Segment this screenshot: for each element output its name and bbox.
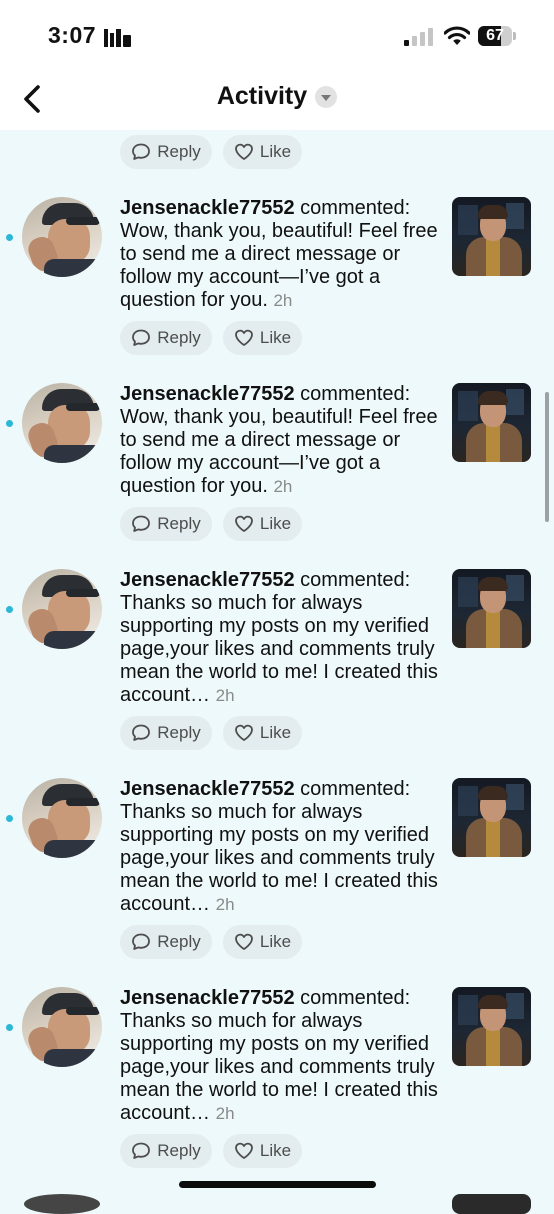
unread-dot bbox=[6, 815, 13, 822]
username[interactable]: Jensenackle77552 bbox=[120, 569, 295, 591]
comment-text: Jensenackle77552 commented: Wow, thank y… bbox=[120, 383, 438, 498]
like-label: Like bbox=[259, 932, 292, 951]
avatar[interactable] bbox=[22, 383, 102, 463]
comment-text: Jensenackle77552 commented: Thanks so mu… bbox=[120, 987, 438, 1125]
avatar[interactable] bbox=[22, 197, 102, 277]
like-button[interactable]: Like bbox=[223, 716, 302, 750]
scrollbar[interactable] bbox=[545, 392, 549, 522]
timestamp: 2h bbox=[273, 477, 293, 496]
comment-action: commented: bbox=[300, 569, 411, 591]
comment-body: Thanks so much for always supporting my … bbox=[120, 592, 438, 706]
like-button[interactable]: Like bbox=[223, 135, 302, 169]
heart-icon bbox=[235, 143, 253, 160]
comment-body: Thanks so much for always supporting my … bbox=[120, 801, 438, 915]
speech-bubble-icon bbox=[132, 724, 151, 741]
status-bar: 3:07 67 bbox=[0, 0, 554, 70]
post-thumbnail[interactable] bbox=[452, 383, 531, 462]
reply-label: Reply bbox=[157, 723, 201, 742]
reply-button[interactable]: Reply bbox=[120, 925, 212, 959]
avatar[interactable] bbox=[22, 987, 102, 1067]
carrier-bars-icon bbox=[104, 29, 131, 47]
like-button[interactable]: Like bbox=[223, 507, 302, 541]
like-label: Like bbox=[259, 723, 292, 742]
post-thumbnail[interactable] bbox=[452, 197, 531, 276]
post-thumbnail[interactable] bbox=[452, 987, 531, 1066]
username[interactable]: Jensenackle77552 bbox=[120, 197, 295, 219]
wifi-icon bbox=[444, 26, 470, 45]
like-button[interactable]: Like bbox=[223, 321, 302, 355]
header: Activity bbox=[0, 70, 554, 130]
speech-bubble-icon bbox=[132, 143, 151, 160]
unread-dot bbox=[6, 606, 13, 613]
notification-item[interactable]: Jensenackle77552 commented: Thanks so mu… bbox=[0, 569, 554, 750]
reply-button[interactable]: Reply bbox=[120, 507, 212, 541]
chevron-down-icon bbox=[315, 85, 338, 108]
reply-label: Reply bbox=[157, 1141, 201, 1160]
notification-item[interactable]: Jensenackle77552 commented: Thanks so mu… bbox=[0, 778, 554, 959]
post-thumbnail[interactable] bbox=[452, 778, 531, 857]
notification-item[interactable]: Jensenackle77552 commented: Wow, thank y… bbox=[0, 383, 554, 543]
heart-icon bbox=[235, 1142, 253, 1159]
timestamp: 2h bbox=[215, 1104, 235, 1123]
unread-dot bbox=[6, 1024, 13, 1031]
heart-icon bbox=[235, 933, 253, 950]
like-button[interactable]: Like bbox=[223, 925, 302, 959]
comment-action: commented: bbox=[300, 987, 411, 1009]
avatar[interactable] bbox=[24, 1194, 100, 1214]
reply-label: Reply bbox=[157, 142, 201, 161]
like-label: Like bbox=[259, 142, 292, 161]
unread-dot bbox=[6, 420, 13, 427]
timestamp: 2h bbox=[215, 686, 235, 705]
timestamp: 2h bbox=[273, 291, 293, 310]
comment-action: commented: bbox=[300, 778, 411, 800]
speech-bubble-icon bbox=[132, 329, 151, 346]
reply-label: Reply bbox=[157, 514, 201, 533]
signal-icon bbox=[404, 28, 433, 46]
avatar[interactable] bbox=[22, 569, 102, 649]
comment-text: Jensenackle77552 commented: Thanks so mu… bbox=[120, 569, 438, 707]
post-thumbnail[interactable] bbox=[452, 569, 531, 648]
notification-item[interactable]: Jensenackle77552 commented: Wow, thank y… bbox=[0, 197, 554, 357]
like-label: Like bbox=[259, 1141, 292, 1160]
heart-icon bbox=[235, 724, 253, 741]
heart-icon bbox=[235, 329, 253, 346]
page-title: Activity bbox=[216, 82, 308, 110]
like-label: Like bbox=[259, 514, 292, 533]
username[interactable]: Jensenackle77552 bbox=[120, 383, 295, 405]
activity-feed[interactable]: Reply Like Jensenackle77552 commented: W… bbox=[0, 130, 554, 1200]
reply-button[interactable]: Reply bbox=[120, 1134, 212, 1168]
battery-tip bbox=[513, 32, 516, 40]
like-button[interactable]: Like bbox=[223, 1134, 302, 1168]
battery-icon: 67 bbox=[478, 26, 512, 46]
speech-bubble-icon bbox=[132, 515, 151, 532]
comment-text: Jensenackle77552 commented: Thanks so mu… bbox=[120, 778, 438, 916]
reply-label: Reply bbox=[157, 328, 201, 347]
speech-bubble-icon bbox=[132, 1142, 151, 1159]
speech-bubble-icon bbox=[132, 933, 151, 950]
reply-button[interactable]: Reply bbox=[120, 321, 212, 355]
comment-action: commented: bbox=[300, 197, 411, 219]
heart-icon bbox=[235, 515, 253, 532]
activity-filter-dropdown[interactable]: Activity bbox=[0, 82, 554, 111]
comment-action: commented: bbox=[300, 383, 411, 405]
post-thumbnail[interactable] bbox=[452, 1194, 531, 1214]
home-indicator[interactable] bbox=[179, 1181, 376, 1188]
avatar[interactable] bbox=[22, 778, 102, 858]
unread-dot bbox=[6, 234, 13, 241]
username[interactable]: Jensenackle77552 bbox=[120, 778, 295, 800]
notification-item[interactable]: Jensenackle77552 commented: Thanks so mu… bbox=[0, 987, 554, 1168]
comment-text: Jensenackle77552 commented: Wow, thank y… bbox=[120, 197, 438, 312]
reply-button[interactable]: Reply bbox=[120, 716, 212, 750]
status-time: 3:07 bbox=[48, 22, 97, 48]
comment-body: Thanks so much for always supporting my … bbox=[120, 1010, 438, 1124]
username[interactable]: Jensenackle77552 bbox=[120, 987, 295, 1009]
like-label: Like bbox=[259, 328, 292, 347]
battery-level: 67 bbox=[486, 27, 504, 44]
reply-button[interactable]: Reply bbox=[120, 135, 212, 169]
timestamp: 2h bbox=[215, 895, 235, 914]
reply-label: Reply bbox=[157, 932, 201, 951]
